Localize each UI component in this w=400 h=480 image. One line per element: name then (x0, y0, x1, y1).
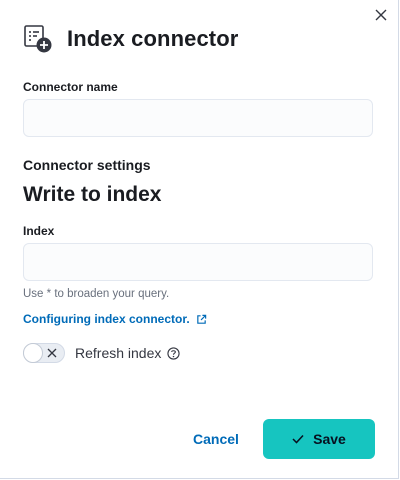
refresh-index-label: Refresh index (75, 345, 162, 361)
external-link-icon (196, 314, 206, 324)
save-button[interactable]: Save (263, 419, 375, 459)
docs-link-label: Configuring index connector. (23, 312, 190, 326)
flyout-title: Index connector (67, 26, 239, 51)
index-label: Index (23, 224, 55, 238)
refresh-index-row: Refresh index (23, 343, 181, 363)
refresh-index-tooltip[interactable] (167, 346, 181, 360)
check-icon (292, 434, 304, 444)
index-input[interactable] (23, 243, 373, 281)
connector-name-label: Connector name (23, 80, 118, 94)
refresh-index-switch[interactable] (23, 343, 65, 363)
connector-name-input[interactable] (23, 99, 373, 137)
flyout-header: Index connector (23, 24, 238, 54)
cross-icon (47, 348, 57, 358)
close-button[interactable] (372, 6, 390, 24)
write-to-index-title: Write to index (23, 183, 162, 206)
configuring-index-connector-link[interactable]: Configuring index connector. (23, 312, 207, 326)
index-connector-flyout: Index connector Connector name Connector… (0, 0, 399, 479)
index-help-text: Use * to broaden your query. (23, 288, 170, 300)
cancel-button[interactable]: Cancel (180, 420, 252, 458)
connector-add-icon (24, 25, 52, 53)
close-icon (375, 9, 387, 21)
switch-knob (23, 343, 43, 363)
save-label: Save (313, 431, 346, 447)
question-circle-icon (167, 346, 181, 360)
connector-settings-heading: Connector settings (23, 157, 151, 173)
